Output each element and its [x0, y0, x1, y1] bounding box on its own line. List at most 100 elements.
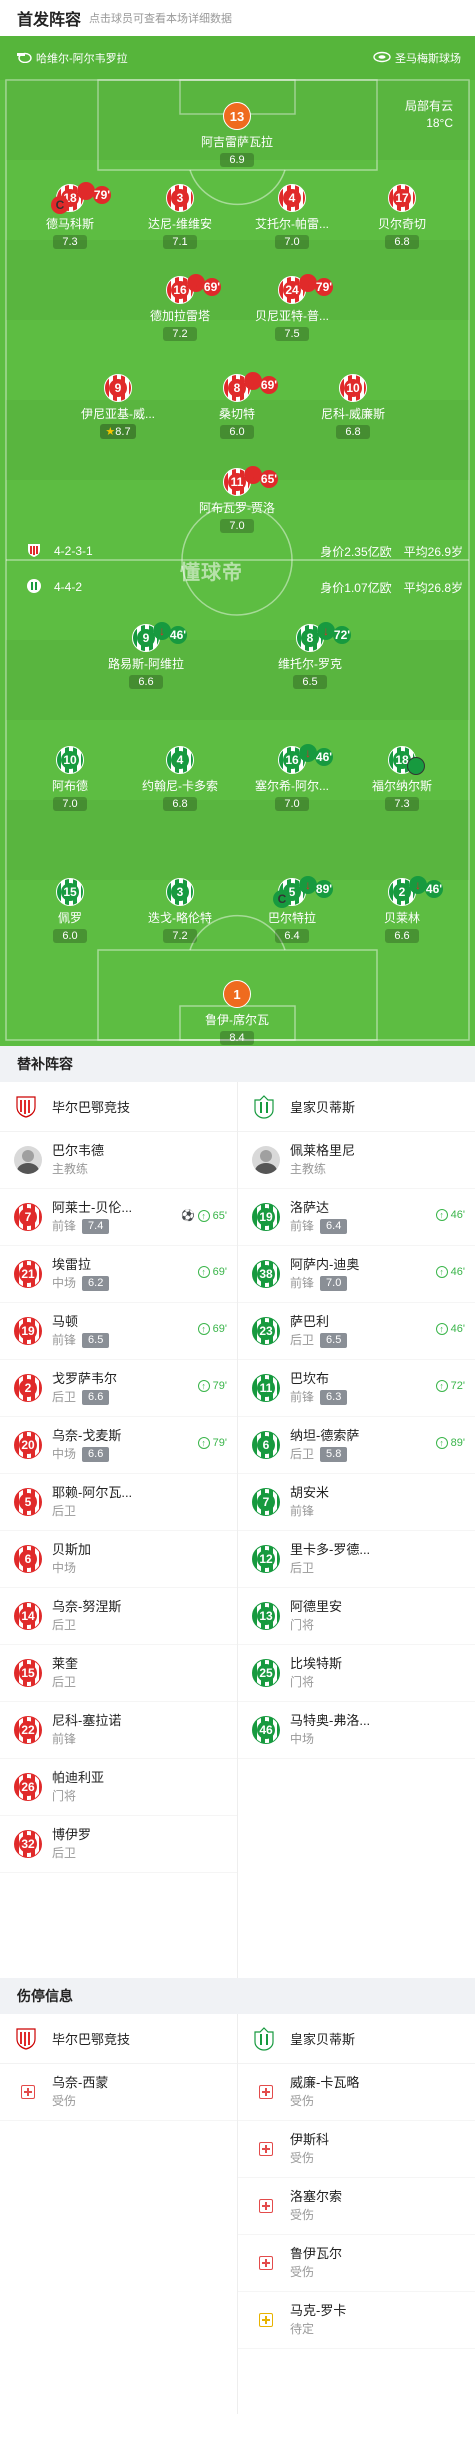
away-player[interactable]: 5 ↓ 89' C 巴尔特拉 6.4 — [237, 876, 347, 944]
section-subtitle: 点击球员可查看本场详细数据 — [89, 13, 233, 25]
medical-cross-icon — [252, 2249, 280, 2277]
away-player[interactable]: 18 福尔纳尔斯 7.3 — [347, 746, 457, 812]
away-player[interactable]: 15 佩罗 6.0 — [15, 878, 125, 944]
substitute-row[interactable]: 19 洛萨达 前锋 6.4 ↑ 46' — [238, 1189, 475, 1246]
home-player[interactable]: 10 尼科-威廉斯 6.8 — [298, 374, 408, 440]
substitute-row[interactable]: 32 博伊罗 后卫 — [0, 1816, 237, 1873]
sub-time: 46' — [169, 626, 187, 644]
player-jersey: 8 ↓ 69' — [223, 372, 278, 402]
player-rating: 7.0 — [53, 797, 87, 811]
substitute-row[interactable]: 13 阿德里安 门将 — [238, 1588, 475, 1645]
rating-value: 6.0 — [62, 930, 78, 942]
substitute-row[interactable]: 6 贝斯加 中场 — [0, 1531, 237, 1588]
substitute-row[interactable]: 19 马顿 前锋 6.5 ↑ 69' — [0, 1303, 237, 1360]
substitute-row[interactable]: 11 巴坎布 前锋 6.3 ↑ 72' — [238, 1360, 475, 1417]
sub-position: 前锋 — [52, 1333, 77, 1347]
injury-row[interactable]: 马克-罗卡 待定 — [238, 2292, 475, 2349]
home-player[interactable]: 11 ↓ 65' 阿布瓦罗-贾洛 7.0 — [182, 466, 292, 534]
medical-cross-icon — [252, 2078, 280, 2106]
rating-value: 7.0 — [284, 236, 300, 248]
home-player[interactable]: 8 ↓ 69' 桑切特 6.0 — [182, 372, 292, 440]
home-age: 平均26.9岁 — [403, 544, 463, 559]
sub-on-icon: ↑ — [435, 1209, 448, 1221]
player-rating: 7.0 — [275, 235, 309, 249]
away-player[interactable]: 4 约翰尼-卡多索 6.8 — [125, 746, 235, 812]
home-player[interactable]: 17 贝尔奇切 6.8 — [347, 184, 457, 250]
player-jersey: 16 ↓ 46' — [278, 744, 333, 774]
substitute-row[interactable]: 5 耶赖-阿尔瓦... 后卫 — [0, 1474, 237, 1531]
player-number: 10 — [344, 379, 362, 397]
sub-position: 后卫 — [290, 1561, 315, 1575]
rating-value: 7.0 — [229, 520, 245, 532]
player-rating: 7.2 — [163, 327, 197, 341]
sub-number-badge: 5 — [14, 1488, 42, 1516]
home-team-header[interactable]: 毕尔巴鄂竞技 — [0, 1082, 237, 1132]
substitute-row[interactable]: 7 阿莱士-贝伦... 前锋 7.4 ⚽ ↑ 65' — [0, 1189, 237, 1246]
sub-off-icon: ↓ — [77, 182, 95, 200]
substitute-row[interactable]: 6 纳坦-德索萨 后卫 5.8 ↑ 89' — [238, 1417, 475, 1474]
sub-position: 前锋 — [52, 1219, 77, 1233]
sub-on-icon: ↑ — [435, 1266, 448, 1278]
sub-time: 79' — [93, 186, 111, 204]
rating-value: 7.2 — [172, 930, 188, 942]
sub-off-icon: ↓ — [299, 876, 317, 894]
coach-avatar — [14, 1146, 42, 1174]
sub-number-badge: 12 — [252, 1545, 280, 1573]
player-name: 贝尔奇切 — [377, 217, 426, 231]
player-jersey: 10 — [339, 374, 367, 402]
injury-row[interactable]: 鲁伊瓦尔 受伤 — [238, 2235, 475, 2292]
athletic-crest-icon — [14, 1094, 38, 1120]
away-player[interactable]: 3 迭戈-略伦特 7.2 — [125, 878, 235, 944]
home-player[interactable]: 9 伊尼亚基-威... ★8.7 — [63, 374, 173, 440]
away-player[interactable]: 8 ↓ 72' 维托尔-罗克 6.5 — [255, 622, 365, 690]
injury-row[interactable]: 洛塞尔索 受伤 — [238, 2178, 475, 2235]
away-player[interactable]: 10 阿布德 7.0 — [15, 746, 125, 812]
home-player[interactable]: 3 达尼-维维安 7.1 — [125, 184, 235, 250]
away-player[interactable]: 1 鲁伊-席尔瓦 8.4 — [182, 980, 292, 1046]
substitute-row[interactable]: 2 戈罗萨韦尔 后卫 6.6 ↑ 79' — [0, 1360, 237, 1417]
substitute-row[interactable]: 23 萨巴利 后卫 6.5 ↑ 46' — [238, 1303, 475, 1360]
home-coach[interactable]: 巴尔韦德 主教练 — [0, 1132, 237, 1189]
injury-row[interactable]: 伊斯科 受伤 — [238, 2121, 475, 2178]
injury-row[interactable]: 乌奈-西蒙 受伤 — [0, 2064, 237, 2121]
substitute-row[interactable]: 20 乌奈-戈麦斯 中场 6.6 ↑ 79' — [0, 1417, 237, 1474]
sub-off-icon: ↓ — [409, 876, 427, 894]
substitute-row[interactable]: 12 里卡多-罗德... 后卫 — [238, 1531, 475, 1588]
substitute-row[interactable]: 46 马特奥-弗洛... 中场 — [238, 1702, 475, 1759]
substitute-row[interactable]: 38 阿萨内-迪奥 前锋 7.0 ↑ 46' — [238, 1246, 475, 1303]
away-player[interactable]: 16 ↓ 46' 塞尔希-阿尔... 7.0 — [237, 744, 347, 812]
sub-on-event: ↑ 46' — [435, 1209, 465, 1221]
home-player[interactable]: 24 ↓ 79' 贝尼亚特-普... 7.5 — [237, 274, 347, 342]
substitute-row[interactable]: 22 尼科-塞拉诺 前锋 — [0, 1702, 237, 1759]
player-number: 4 — [283, 189, 301, 207]
sub-number: 19 — [257, 1208, 275, 1226]
injury-row[interactable]: 威廉-卡瓦略 受伤 — [238, 2064, 475, 2121]
sub-on-event: ↑ 79' — [197, 1437, 227, 1449]
away-injury-team-header[interactable]: 皇家贝蒂斯 — [238, 2014, 475, 2064]
player-jersey: 3 — [166, 184, 194, 212]
sub-name: 马特奥-弗洛... — [290, 1713, 371, 1728]
substitute-row[interactable]: 15 莱奎 后卫 — [0, 1645, 237, 1702]
home-player[interactable]: 13 阿吉雷萨瓦拉 6.9 — [182, 102, 292, 168]
home-injury-team-header[interactable]: 毕尔巴鄂竞技 — [0, 2014, 237, 2064]
home-player[interactable]: 4 艾托尔-帕雷... 7.0 — [237, 184, 347, 250]
away-coach[interactable]: 佩莱格里尼 主教练 — [238, 1132, 475, 1189]
player-jersey: 11 ↓ 65' — [223, 466, 278, 496]
substitute-row[interactable]: 26 帕迪利亚 门将 — [0, 1759, 237, 1816]
substitute-row[interactable]: 25 比埃特斯 门将 — [238, 1645, 475, 1702]
home-player[interactable]: 18 ↓ 79' C 德马科斯 7.3 — [15, 182, 125, 250]
substitute-row[interactable]: 14 乌奈-努涅斯 后卫 — [0, 1588, 237, 1645]
substitute-row[interactable]: 7 胡安米 前锋 — [238, 1474, 475, 1531]
sub-time: 89' — [315, 880, 333, 898]
away-team-header[interactable]: 皇家贝蒂斯 — [238, 1082, 475, 1132]
sub-position: 后卫 — [52, 1675, 77, 1689]
away-player[interactable]: 9 ↓ 46' 路易斯-阿维拉 6.6 — [91, 622, 201, 690]
sub-time: 46' — [315, 748, 333, 766]
home-player[interactable]: 16 ↓ 69' 德加拉雷塔 7.2 — [125, 274, 235, 342]
sub-name: 比埃特斯 — [290, 1656, 343, 1671]
player-jersey: 4 — [278, 184, 306, 212]
sub-number: 38 — [257, 1265, 275, 1283]
substitute-row[interactable]: 21 埃雷拉 中场 6.2 ↑ 69' — [0, 1246, 237, 1303]
away-player[interactable]: 2 ↓ 46' 贝莱林 6.6 — [347, 876, 457, 944]
injured-player-name: 马克-罗卡 — [290, 2303, 347, 2318]
